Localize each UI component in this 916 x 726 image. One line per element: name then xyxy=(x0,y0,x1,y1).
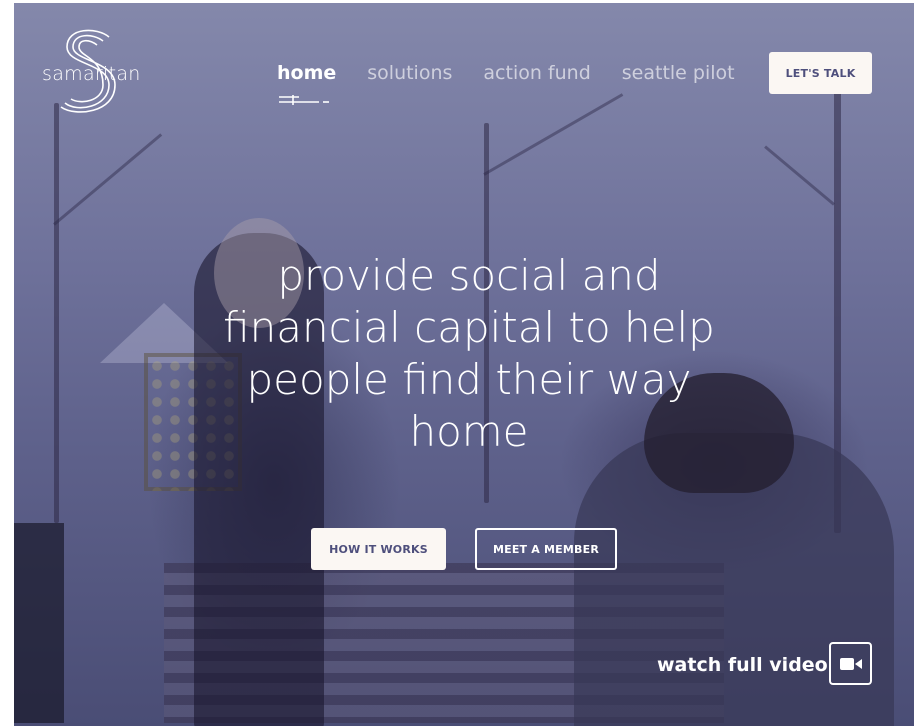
active-nav-indicator xyxy=(279,95,329,105)
main-nav: home solutions action fund seattle pilot xyxy=(277,62,735,84)
video-play-button[interactable] xyxy=(829,642,872,685)
meet-a-member-button[interactable]: MEET A MEMBER xyxy=(475,528,617,570)
nav-item-solutions[interactable]: solutions xyxy=(367,62,452,84)
video-camera-icon xyxy=(839,657,862,670)
watch-video-link[interactable]: watch full video xyxy=(657,654,828,676)
nav-item-home[interactable]: home xyxy=(277,62,336,84)
nav-item-action-fund[interactable]: action fund xyxy=(483,62,590,84)
hero-headline: provide social and financial capital to … xyxy=(223,251,715,456)
samaritan-logo[interactable]: samaritan xyxy=(42,25,162,120)
brand-name: samaritan xyxy=(42,63,141,85)
nav-item-seattle-pilot[interactable]: seattle pilot xyxy=(622,62,735,84)
how-it-works-button[interactable]: HOW IT WORKS xyxy=(311,528,446,570)
lets-talk-button[interactable]: LET'S TALK xyxy=(769,52,872,94)
hero-section: samaritan home solutions action fund sea… xyxy=(14,3,914,726)
